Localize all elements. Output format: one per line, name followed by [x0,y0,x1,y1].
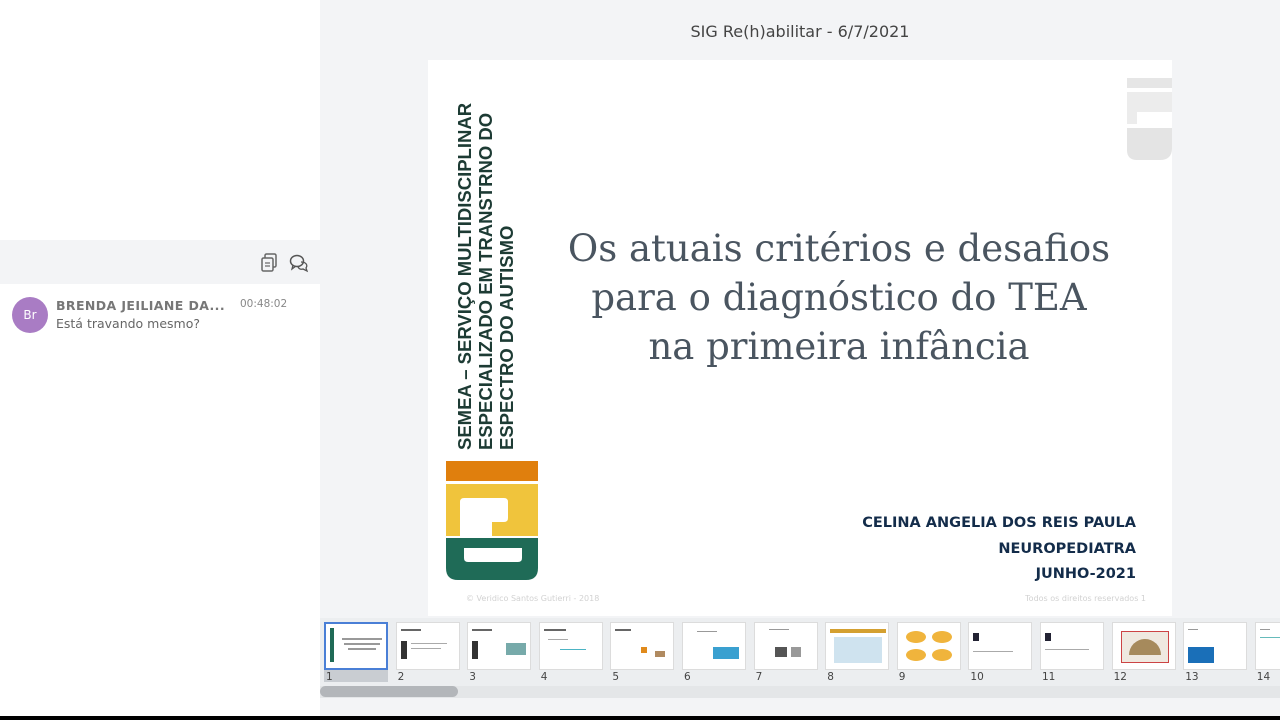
logo-orange-bar [446,461,538,481]
logo-watermark [1127,78,1172,160]
thumbnail-number: 10 [970,671,984,683]
slide-thumbnail-7[interactable]: 7 [753,622,818,683]
thumbnail-number: 11 [1042,671,1056,683]
thumbnail-scrollbar-track[interactable] [320,686,1280,698]
vertical-line: ESPECTRO DO AUTISMO [496,225,517,450]
current-slide: SEMEA – SERVIÇO MULTIDISCIPLINAR ESPECIA… [428,60,1172,616]
author-role: NEUROPEDIATRA [998,540,1136,557]
slide-thumbnail-13[interactable]: 13 [1183,622,1248,683]
vertical-line: ESPECIALIZADO EM TRANSTRNO DO [475,112,496,450]
presentation-title: SIG Re(h)abilitar - 6/7/2021 [690,22,910,41]
message-text: Está travando mesmo? [56,316,201,331]
copy-icon[interactable] [258,252,280,274]
thumbnail-number: 9 [898,671,906,683]
thumbnail-preview [1183,622,1248,670]
chat-bubbles-icon[interactable] [288,252,310,274]
window-bottom-edge [0,716,1280,720]
vertical-line: SEMEA – SERVIÇO MULTIDISCIPLINAR [454,102,475,450]
slide-thumbnail-9[interactable]: 9 [896,622,961,683]
thumbnail-preview [682,622,746,670]
slide-title-line: para o diagnóstico do TEA [591,276,1087,319]
thumbnail-scrollbar-thumb[interactable] [320,686,458,697]
avatar: Br [12,297,48,333]
presentation-area: SIG Re(h)abilitar - 6/7/2021 SEMEA – SER… [320,0,1280,720]
thumbnail-preview [610,622,675,670]
slide-thumbnail-2[interactable]: 2 [395,622,460,683]
message-author: BRENDA JEILIANE DA... [56,298,225,313]
left-panel: Br BRENDA JEILIANE DA... 00:48:02 Está t… [0,0,320,720]
thumbnail-number: 13 [1185,671,1199,683]
thumbnail-number: 3 [469,671,476,683]
thumbnail-number: 5 [612,671,620,683]
thumbnail-preview [1254,622,1280,670]
thumbnail-number: 6 [684,671,691,683]
slide-title: Os atuais critérios e desafios para o di… [548,224,1130,371]
logo-yellow-shape [446,484,538,536]
logo-green-shape [446,538,538,580]
thumbnail-preview [538,622,603,670]
slide-author-block: CELINA ANGELIA DOS REIS PAULA NEUROPEDIA… [862,511,1136,588]
thumbnail-number: 8 [827,671,834,683]
thumbnail-preview [825,622,890,670]
slide-date: JUNHO-2021 [1035,566,1136,582]
slide-thumbnail-12[interactable]: 12 [1111,622,1176,683]
slide-thumbnail-8[interactable]: 8 [825,622,890,683]
slide-thumbnail-4[interactable]: 4 [538,622,603,683]
slide-thumbnail-11[interactable]: 11 [1040,622,1104,683]
thumbnail-preview [1111,622,1176,670]
slide-thumbnail-10[interactable]: 10 [968,622,1033,683]
thumbnail-number: 4 [540,671,548,683]
slide-thumbnail-strip: 1 2 3 4 5 6 7 8 9 10 11 12 13 14 [320,618,1280,686]
slide-footer-copyright: © Veridico Santos Gutierri - 2018 [466,594,600,603]
slide-thumbnail-1[interactable]: 1 [324,622,388,683]
thumbnail-preview [467,622,532,670]
thumbnail-preview [968,622,1033,670]
chat-message: Br BRENDA JEILIANE DA... 00:48:02 Está t… [0,284,320,344]
slide-thumbnail-6[interactable]: 6 [682,622,746,683]
thumbnail-preview [1040,622,1104,670]
thumbnail-preview [395,622,460,670]
slide-footer-rights: Todos os direitos reservados 1 [1025,594,1146,603]
slide-organization-text: SEMEA – SERVIÇO MULTIDISCIPLINAR ESPECIA… [446,102,546,450]
thumbnail-number: 2 [397,671,405,683]
slide-thumbnail-14[interactable]: 14 [1254,622,1280,683]
slide-title-line: Os atuais critérios e desafios [567,227,1111,270]
slide-thumbnail-3[interactable]: 3 [467,622,532,683]
thumbnail-number: 12 [1113,671,1127,683]
slide-title-line: na primeira infância [648,325,1030,368]
chat-toolbar [0,240,320,284]
thumbnail-number: 7 [755,671,763,683]
chat-message-list: Br BRENDA JEILIANE DA... 00:48:02 Está t… [0,284,320,720]
webcam-area [0,0,320,240]
message-time: 00:48:02 [240,298,288,310]
thumbnail-preview [324,622,388,670]
thumbnail-number: 14 [1256,671,1271,683]
thumbnail-preview [753,622,818,670]
slide-thumbnail-5[interactable]: 5 [610,622,675,683]
thumbnail-number: 1 [326,671,333,683]
thumbnail-preview [896,622,961,670]
author-name: CELINA ANGELIA DOS REIS PAULA [862,515,1136,531]
